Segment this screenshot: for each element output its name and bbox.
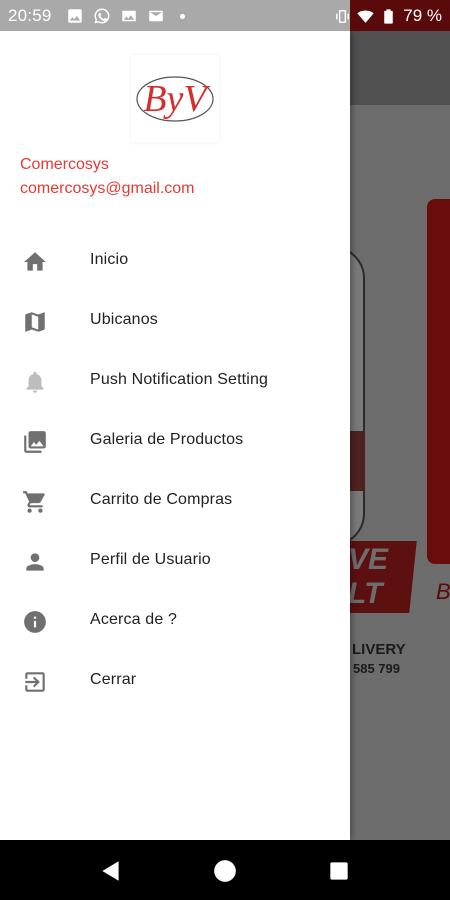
drawer-menu: Inicio Ubicanos Push Notification Settin… <box>0 231 350 711</box>
user-name: Comercosys <box>20 156 109 173</box>
svg-text:ByV: ByV <box>143 78 210 120</box>
menu-item-label: Perfil de Usuario <box>90 551 211 568</box>
background-promo-card <box>427 199 450 564</box>
menu-item-label: Cerrar <box>90 671 137 688</box>
menu-item-label: Push Notification Setting <box>90 371 269 388</box>
system-nav-bar <box>0 840 450 900</box>
notification-icons <box>66 7 185 25</box>
exit-icon <box>22 669 48 695</box>
wifi-icon <box>357 9 374 23</box>
whatsapp-icon <box>94 8 110 24</box>
square-icon <box>330 862 348 880</box>
menu-item-label: Ubicanos <box>90 311 158 328</box>
menu-item-carrito[interactable]: Carrito de Compras <box>0 471 350 531</box>
menu-item-ubicanos[interactable]: Ubicanos <box>0 291 350 351</box>
menu-item-label: Galeria de Productos <box>90 431 244 448</box>
image-icon <box>68 9 82 23</box>
navigation-drawer: ByV Comercosys comercosys@gmail.com Inic… <box>0 31 350 840</box>
menu-item-cerrar[interactable]: Cerrar <box>0 651 350 711</box>
bell-icon <box>22 369 48 395</box>
cart-icon <box>22 489 48 515</box>
menu-item-perfil[interactable]: Perfil de Usuario <box>0 531 350 591</box>
user-email: comercosys@gmail.com <box>20 180 195 197</box>
background-side-logo: B <box>436 579 450 604</box>
status-time: 20:59 <box>8 6 52 25</box>
status-bar: 20:59 79 % <box>0 0 450 31</box>
person-icon <box>22 549 48 575</box>
battery-icon <box>384 8 393 24</box>
background-banner-text: VE LT <box>348 543 389 610</box>
home-button[interactable] <box>212 858 238 884</box>
mail-icon <box>149 10 163 22</box>
picture-icon <box>122 10 136 22</box>
battery-level: 79 % <box>403 6 442 25</box>
vibrate-icon <box>336 9 350 23</box>
menu-item-inicio[interactable]: Inicio <box>0 231 350 291</box>
back-button[interactable] <box>98 858 124 884</box>
system-icons: 79 % <box>334 6 442 26</box>
info-icon <box>22 609 48 635</box>
background-phone-text: 585 799 <box>353 661 400 676</box>
circle-icon <box>214 860 236 882</box>
menu-item-label: Carrito de Compras <box>90 491 233 508</box>
map-icon <box>22 309 48 335</box>
back-icon <box>102 861 119 881</box>
menu-item-push-notification[interactable]: Push Notification Setting <box>0 351 350 411</box>
menu-item-galeria[interactable]: Galeria de Productos <box>0 411 350 471</box>
logo-icon: ByV <box>136 76 214 122</box>
recents-button[interactable] <box>326 858 352 884</box>
gallery-icon <box>22 429 48 455</box>
background-delivery-text: LIVERY <box>352 641 406 658</box>
menu-item-label: Acerca de ? <box>90 611 178 628</box>
brand-logo: ByV <box>131 55 219 143</box>
menu-item-acerca[interactable]: Acerca de ? <box>0 591 350 651</box>
home-icon <box>22 249 48 275</box>
menu-item-label: Inicio <box>90 251 129 268</box>
dot-icon <box>180 13 185 19</box>
